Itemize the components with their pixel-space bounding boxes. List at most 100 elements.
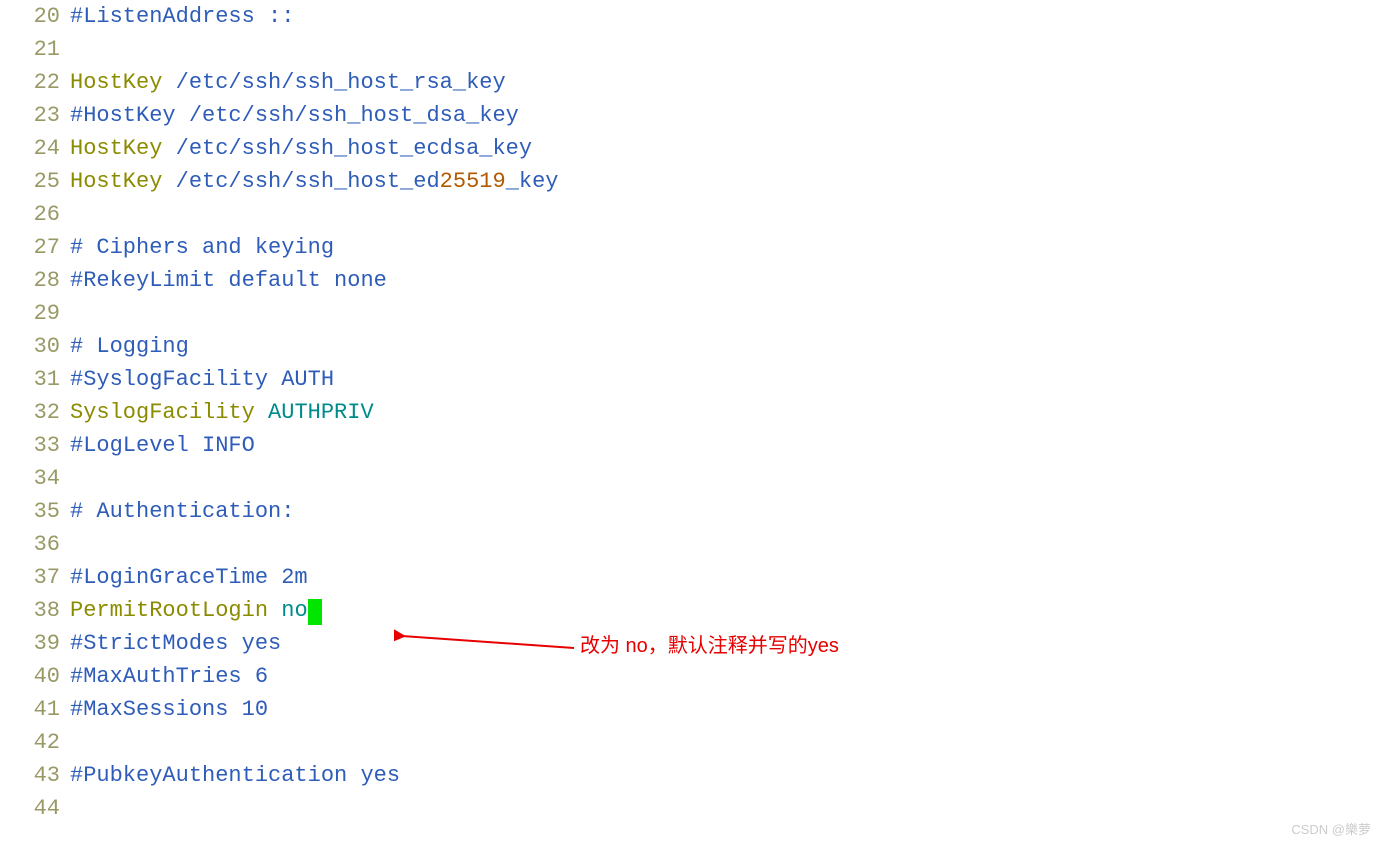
token-value: /etc/ssh/ssh_host_ed xyxy=(162,169,439,194)
line-number: 38 xyxy=(0,594,60,627)
code-line[interactable]: 20#ListenAddress :: xyxy=(0,0,1381,33)
code-content[interactable] xyxy=(60,792,70,825)
token-directive: SyslogFacility xyxy=(70,400,255,425)
code-line[interactable]: 34 xyxy=(0,462,1381,495)
code-line[interactable]: 29 xyxy=(0,297,1381,330)
token-comment: #MaxSessions 10 xyxy=(70,697,268,722)
code-content[interactable]: # Ciphers and keying xyxy=(60,231,334,264)
code-content[interactable] xyxy=(60,726,70,759)
code-line[interactable]: 27# Ciphers and keying xyxy=(0,231,1381,264)
line-number: 39 xyxy=(0,627,60,660)
token-comment: #SyslogFacility AUTH xyxy=(70,367,334,392)
text-cursor xyxy=(308,599,322,625)
token-directive: HostKey xyxy=(70,70,162,95)
code-line[interactable]: 31 #SyslogFacility AUTH xyxy=(0,363,1381,396)
code-content[interactable]: #ListenAddress :: xyxy=(60,0,294,33)
line-number: 24 xyxy=(0,132,60,165)
code-content[interactable]: #SyslogFacility AUTH xyxy=(60,363,334,396)
token-number: 25519 xyxy=(440,169,506,194)
code-content[interactable] xyxy=(60,528,70,561)
code-line[interactable]: 37#LoginGraceTime 2m xyxy=(0,561,1381,594)
line-number: 31 xyxy=(0,363,60,396)
code-content[interactable]: SyslogFacility AUTHPRIV xyxy=(60,396,374,429)
code-line[interactable]: 36 xyxy=(0,528,1381,561)
code-line[interactable]: 41 #MaxSessions 10 xyxy=(0,693,1381,726)
token-value: /etc/ssh/ssh_host_rsa_key xyxy=(162,70,505,95)
token-comment: #StrictModes yes xyxy=(70,631,281,656)
code-content[interactable]: # Logging xyxy=(60,330,189,363)
code-content[interactable]: #PubkeyAuthentication yes xyxy=(60,759,400,792)
code-content[interactable] xyxy=(60,33,70,66)
token-value: /etc/ssh/ssh_host_ecdsa_key xyxy=(162,136,532,161)
code-line[interactable]: 35 # Authentication: xyxy=(0,495,1381,528)
line-number: 26 xyxy=(0,198,60,231)
token-value: _key xyxy=(506,169,559,194)
token-comment: #LogLevel INFO xyxy=(70,433,255,458)
token-keyword: AUTHPRIV xyxy=(268,400,374,425)
line-number: 37 xyxy=(0,561,60,594)
token-comment: # Ciphers and keying xyxy=(70,235,334,260)
code-line[interactable]: 44 xyxy=(0,792,1381,825)
line-number: 33 xyxy=(0,429,60,462)
line-number: 28 xyxy=(0,264,60,297)
code-content[interactable]: #LoginGraceTime 2m xyxy=(60,561,308,594)
line-number: 35 xyxy=(0,495,60,528)
line-number: 40 xyxy=(0,660,60,693)
line-number: 41 xyxy=(0,693,60,726)
code-line[interactable]: 32SyslogFacility AUTHPRIV xyxy=(0,396,1381,429)
code-line[interactable]: 33 #LogLevel INFO xyxy=(0,429,1381,462)
code-line[interactable]: 22HostKey /etc/ssh/ssh_host_rsa_key xyxy=(0,66,1381,99)
code-content[interactable]: HostKey /etc/ssh/ssh_host_rsa_key xyxy=(60,66,506,99)
line-number: 29 xyxy=(0,297,60,330)
code-line[interactable]: 43 #PubkeyAuthentication yes xyxy=(0,759,1381,792)
line-number: 32 xyxy=(0,396,60,429)
token-directive: HostKey xyxy=(70,169,162,194)
line-number: 23 xyxy=(0,99,60,132)
line-number: 44 xyxy=(0,792,60,825)
token-directive: HostKey xyxy=(70,136,162,161)
line-number: 30 xyxy=(0,330,60,363)
line-number: 43 xyxy=(0,759,60,792)
line-number: 34 xyxy=(0,462,60,495)
code-line[interactable]: 38PermitRootLogin no xyxy=(0,594,1381,627)
token-comment: #ListenAddress :: xyxy=(70,4,294,29)
code-line[interactable]: 25HostKey /etc/ssh/ssh_host_ed25519_key xyxy=(0,165,1381,198)
code-content[interactable]: #MaxSessions 10 xyxy=(60,693,268,726)
line-number: 42 xyxy=(0,726,60,759)
token-comment: # Authentication: xyxy=(70,499,294,524)
line-number: 36 xyxy=(0,528,60,561)
code-content[interactable]: #HostKey /etc/ssh/ssh_host_dsa_key xyxy=(60,99,519,132)
token-keyword: no xyxy=(281,598,307,623)
code-content[interactable]: #StrictModes yes xyxy=(60,627,281,660)
line-number: 22 xyxy=(0,66,60,99)
code-line[interactable]: 23 #HostKey /etc/ssh/ssh_host_dsa_key xyxy=(0,99,1381,132)
code-content[interactable]: #MaxAuthTries 6 xyxy=(60,660,268,693)
code-line[interactable]: 21 xyxy=(0,33,1381,66)
code-line[interactable]: 26 xyxy=(0,198,1381,231)
line-number: 25 xyxy=(0,165,60,198)
code-content[interactable] xyxy=(60,198,70,231)
code-line[interactable]: 39 #StrictModes yes xyxy=(0,627,1381,660)
code-line[interactable]: 42 xyxy=(0,726,1381,759)
token-directive: PermitRootLogin xyxy=(70,598,268,623)
code-editor[interactable]: 20#ListenAddress ::2122HostKey /etc/ssh/… xyxy=(0,0,1381,825)
token-value xyxy=(255,400,268,425)
token-comment: #HostKey /etc/ssh/ssh_host_dsa_key xyxy=(70,103,519,128)
token-value xyxy=(268,598,281,623)
code-content[interactable]: #RekeyLimit default none xyxy=(60,264,387,297)
code-line[interactable]: 40 #MaxAuthTries 6 xyxy=(0,660,1381,693)
token-comment: #MaxAuthTries 6 xyxy=(70,664,268,689)
token-comment: #RekeyLimit default none xyxy=(70,268,387,293)
line-number: 21 xyxy=(0,33,60,66)
code-content[interactable] xyxy=(60,297,70,330)
code-content[interactable]: PermitRootLogin no xyxy=(60,594,322,627)
code-line[interactable]: 30# Logging xyxy=(0,330,1381,363)
code-content[interactable]: HostKey /etc/ssh/ssh_host_ed25519_key xyxy=(60,165,559,198)
code-content[interactable]: #LogLevel INFO xyxy=(60,429,255,462)
code-content[interactable] xyxy=(60,462,70,495)
code-content[interactable]: HostKey /etc/ssh/ssh_host_ecdsa_key xyxy=(60,132,532,165)
token-comment: #PubkeyAuthentication yes xyxy=(70,763,400,788)
code-content[interactable]: # Authentication: xyxy=(60,495,294,528)
code-line[interactable]: 24HostKey /etc/ssh/ssh_host_ecdsa_key xyxy=(0,132,1381,165)
code-line[interactable]: 28 #RekeyLimit default none xyxy=(0,264,1381,297)
